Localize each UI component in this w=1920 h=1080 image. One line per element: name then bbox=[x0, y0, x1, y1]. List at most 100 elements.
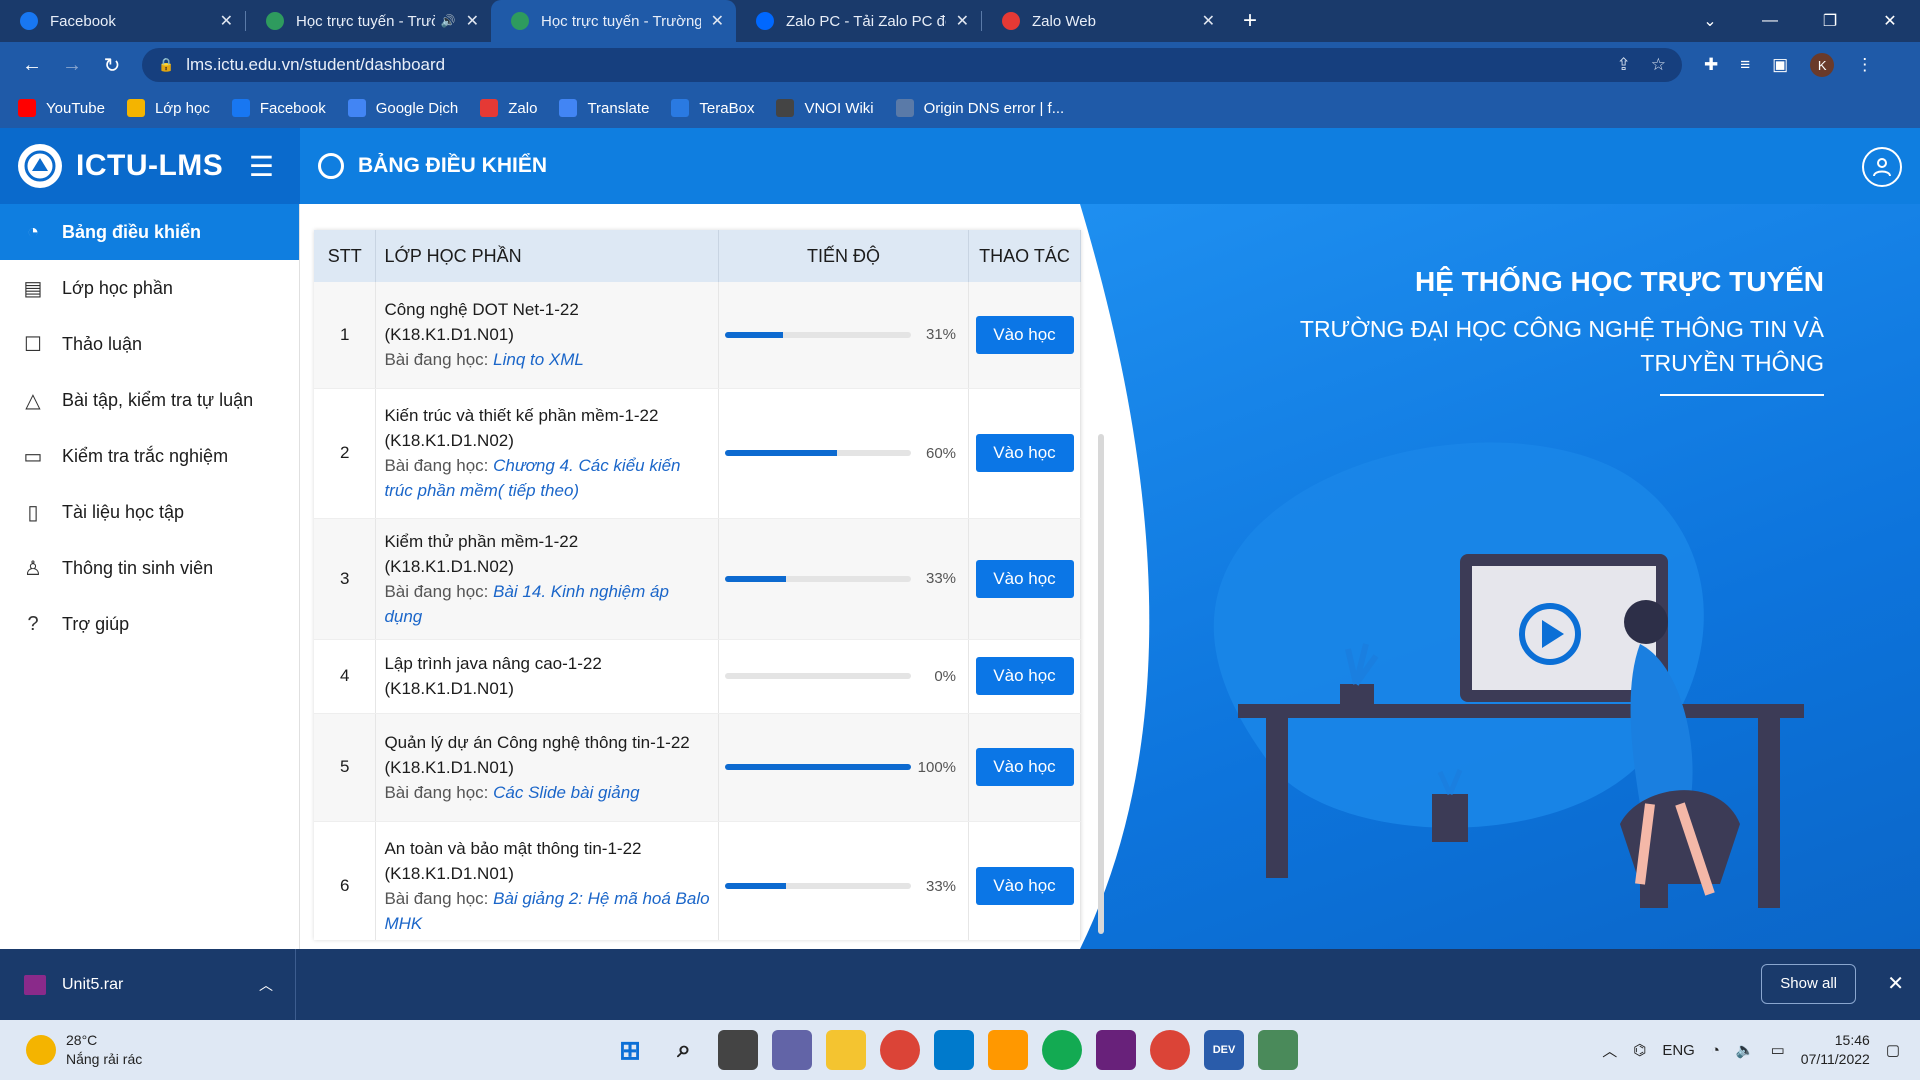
close-tab-icon[interactable]: ✕ bbox=[956, 11, 969, 31]
browser-toolbar: ← → ↻ 🔒 lms.ictu.edu.vn/student/dashboar… bbox=[0, 42, 1920, 88]
browser-tab[interactable]: Zalo PC - Tải Zalo PC để làm việc ✕ bbox=[736, 0, 981, 42]
lang-indicator[interactable]: ENG bbox=[1662, 1042, 1695, 1059]
back-icon[interactable]: ← bbox=[12, 54, 52, 77]
mongodb-icon[interactable] bbox=[1042, 1030, 1082, 1070]
bookmark-item[interactable]: Lớp học bbox=[126, 99, 210, 117]
tab-title: Zalo Web bbox=[1032, 12, 1096, 30]
progress-percent: 0% bbox=[934, 667, 957, 685]
devcpp-icon[interactable]: DEV bbox=[1204, 1030, 1244, 1070]
browser-tab[interactable]: Học trực tuyến - Trường Đại học ✕ bbox=[491, 0, 736, 42]
sidebar-item[interactable]: ☐ Thảo luận bbox=[0, 316, 299, 372]
windows-start-icon[interactable]: ⊞ bbox=[610, 1030, 650, 1070]
enter-class-button[interactable]: Vào học bbox=[975, 748, 1074, 786]
bookmark-item[interactable]: Google Dịch bbox=[347, 99, 459, 117]
chat-icon[interactable] bbox=[772, 1030, 812, 1070]
enter-class-button[interactable]: Vào học bbox=[975, 434, 1074, 472]
sidebar-item[interactable]: ▯ Tài liệu học tập bbox=[0, 484, 299, 540]
sidebar-item[interactable]: ♙ Thông tin sinh viên bbox=[0, 540, 299, 596]
show-all-button[interactable]: Show all bbox=[1761, 964, 1856, 1004]
chevron-up-icon[interactable]: ︿ bbox=[259, 975, 273, 995]
browser-tab[interactable]: Facebook ✕ bbox=[0, 0, 245, 42]
task-view-icon[interactable] bbox=[718, 1030, 758, 1070]
header-stt: STT bbox=[314, 230, 377, 282]
bookmark-item[interactable]: Origin DNS error | f... bbox=[895, 99, 1064, 117]
side-panel-icon[interactable]: ▣ bbox=[1772, 55, 1788, 75]
bookmark-item[interactable]: YouTube bbox=[18, 99, 105, 117]
browser-tab[interactable]: Zalo Web ✕ bbox=[982, 0, 1227, 42]
bookmark-label: Translate bbox=[587, 99, 650, 117]
row-progress: 60% bbox=[718, 388, 970, 519]
chrome-icon[interactable] bbox=[880, 1030, 920, 1070]
sublime-icon[interactable] bbox=[988, 1030, 1028, 1070]
bookmark-label: Google Dịch bbox=[375, 99, 459, 117]
wifi-icon[interactable]: ◔ bbox=[1711, 1042, 1720, 1059]
close-icon[interactable]: ✕ bbox=[1887, 971, 1904, 996]
close-tab-icon[interactable]: ✕ bbox=[220, 11, 233, 31]
user-icon: ♙ bbox=[24, 557, 42, 580]
sidebar-item[interactable]: △ Bài tập, kiểm tra tự luận bbox=[0, 372, 299, 428]
bookmark-item[interactable]: Facebook bbox=[231, 99, 326, 117]
browser-tab[interactable]: Học trực tuyến - Trường Đại 🔊 ✕ bbox=[246, 0, 491, 42]
weather-widget[interactable]: 28°C Nắng rải rác bbox=[0, 1031, 142, 1069]
lesson-link[interactable]: Linq to XML bbox=[493, 350, 584, 369]
enter-class-button[interactable]: Vào học bbox=[975, 657, 1074, 695]
close-window-button[interactable]: ✕ bbox=[1860, 11, 1920, 31]
app-window-icon[interactable] bbox=[1258, 1030, 1298, 1070]
minimize-button[interactable]: — bbox=[1740, 12, 1800, 30]
search-icon[interactable]: ⌕ bbox=[664, 1030, 704, 1070]
new-tab-button[interactable]: + bbox=[1243, 7, 1257, 35]
close-tab-icon[interactable]: ✕ bbox=[711, 11, 724, 31]
extensions-icon[interactable]: ✚ bbox=[1704, 55, 1718, 75]
restore-button[interactable]: ❐ bbox=[1800, 11, 1860, 31]
speaker-icon[interactable]: 🔈 bbox=[1736, 1041, 1755, 1059]
share-icon[interactable]: ⇪ bbox=[1617, 55, 1631, 75]
enter-class-button[interactable]: Vào học bbox=[975, 315, 1074, 354]
tab-search-icon[interactable]: ⌄ bbox=[1680, 11, 1740, 31]
forward-icon[interactable]: → bbox=[52, 54, 92, 77]
vscode-icon[interactable] bbox=[934, 1030, 974, 1070]
enter-class-button[interactable]: Vào học bbox=[975, 867, 1074, 905]
lesson-link[interactable]: Các Slide bài giảng bbox=[493, 783, 639, 802]
row-progress: 31% bbox=[718, 282, 970, 389]
media-control-icon[interactable]: ≡ bbox=[1740, 55, 1750, 75]
bookmark-favicon-icon bbox=[776, 99, 795, 117]
audio-icon[interactable]: 🔊 bbox=[441, 14, 456, 28]
ictu-logo-icon[interactable] bbox=[18, 144, 62, 188]
close-tab-icon[interactable]: ✕ bbox=[466, 11, 479, 31]
chrome-profile-icon[interactable] bbox=[1150, 1030, 1190, 1070]
visual-studio-icon[interactable] bbox=[1096, 1030, 1136, 1070]
sidebar-item[interactable]: ? Trợ giúp bbox=[0, 596, 299, 652]
sidebar-item[interactable]: ▤ Lớp học phần bbox=[0, 260, 299, 316]
menu-kebab-icon[interactable]: ⋮ bbox=[1856, 55, 1873, 75]
dashboard-icon: ◔ bbox=[26, 220, 40, 243]
network-icon[interactable]: ⌬ bbox=[1633, 1041, 1646, 1059]
brand-name[interactable]: ICTU-LMS bbox=[76, 149, 223, 183]
hero-banner: HỆ THỐNG HỌC TRỰC TUYẾN TRƯỜNG ĐẠI HỌC C… bbox=[1080, 204, 1920, 949]
table-scrollbar[interactable] bbox=[1098, 434, 1104, 934]
row-progress: 33% bbox=[718, 518, 970, 640]
bookmark-item[interactable]: Translate bbox=[559, 99, 649, 117]
download-item[interactable]: Unit5.rar ︿ bbox=[0, 949, 296, 1020]
sidebar-item[interactable]: ◔ Bảng điều khiển bbox=[0, 204, 299, 260]
sidebar-item[interactable]: ▭ Kiểm tra trắc nghiệm bbox=[0, 428, 299, 484]
enter-class-button[interactable]: Vào học bbox=[975, 559, 1074, 598]
address-bar[interactable]: 🔒 lms.ictu.edu.vn/student/dashboard ⇪ ☆ bbox=[142, 48, 1682, 82]
clock[interactable]: 15:46 07/11/2022 bbox=[1801, 1031, 1870, 1069]
chevron-up-icon[interactable]: ︿ bbox=[1602, 1040, 1617, 1061]
reload-icon[interactable]: ↻ bbox=[92, 53, 132, 78]
bookmark-item[interactable]: Zalo bbox=[480, 99, 537, 117]
sidebar-item-label: Bài tập, kiểm tra tự luận bbox=[62, 389, 254, 410]
bookmark-favicon-icon bbox=[895, 99, 914, 117]
bookmark-item[interactable]: VNOI Wiki bbox=[776, 99, 874, 117]
bookmark-item[interactable]: TeraBox bbox=[671, 99, 754, 117]
hamburger-menu-icon[interactable]: ☰ bbox=[249, 150, 274, 183]
close-tab-icon[interactable]: ✕ bbox=[1202, 11, 1215, 31]
file-explorer-icon[interactable] bbox=[826, 1030, 866, 1070]
notification-icon[interactable]: ▢ bbox=[1886, 1041, 1900, 1059]
table-row: 2 Kiến trúc và thiết kế phần mềm-1-22 (K1… bbox=[314, 388, 1081, 519]
battery-icon[interactable]: ▭ bbox=[1771, 1041, 1785, 1059]
user-account-button[interactable] bbox=[1862, 147, 1902, 187]
bookmark-star-icon[interactable]: ☆ bbox=[1651, 55, 1666, 75]
profile-avatar[interactable]: K bbox=[1810, 53, 1835, 77]
lock-icon[interactable]: 🔒 bbox=[158, 57, 174, 73]
